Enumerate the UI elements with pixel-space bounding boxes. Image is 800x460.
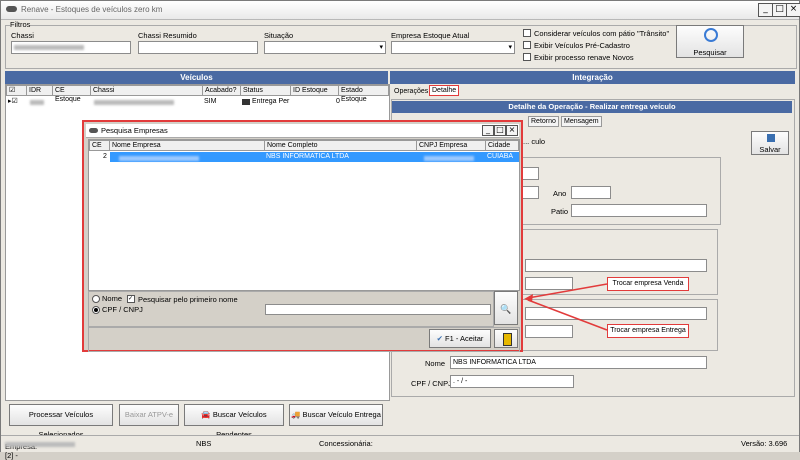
callout-arrows (524, 283, 608, 331)
callout-trocar-entrega: Trocar empresa Entrega (607, 324, 689, 338)
callout-trocar-venda: Trocar empresa Venda (607, 277, 689, 291)
